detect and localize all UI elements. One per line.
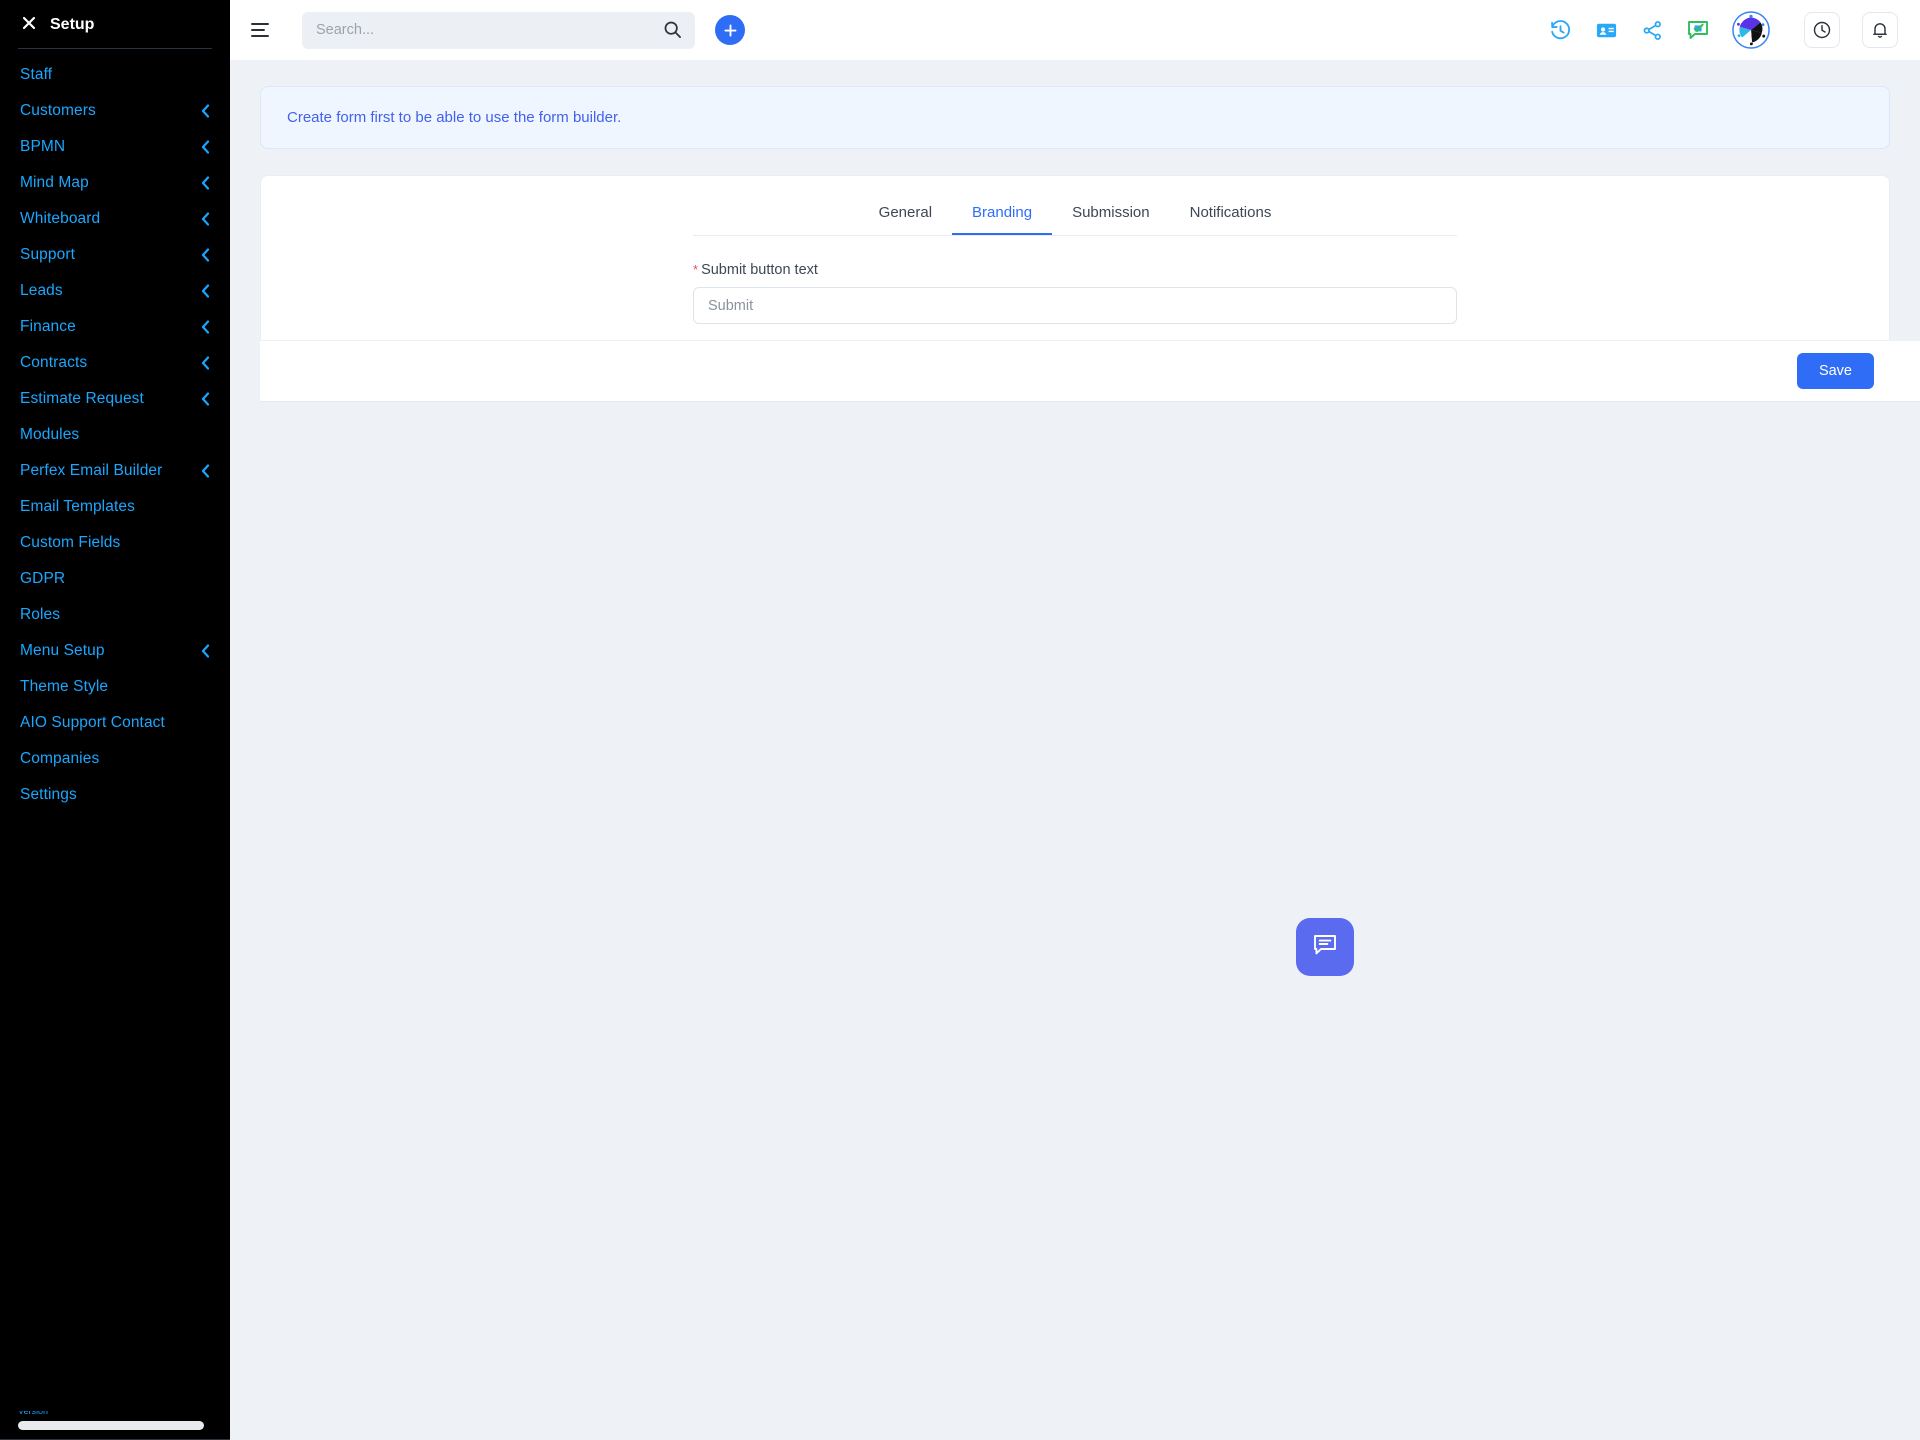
top-bar	[230, 0, 1920, 60]
bell-icon[interactable]	[1862, 12, 1898, 48]
sidebar-item-label: Perfex Email Builder	[20, 462, 163, 479]
required-asterisk: *	[693, 262, 699, 277]
sidebar-item-label: Customers	[20, 102, 96, 119]
sidebar-divider	[18, 48, 212, 49]
search-box[interactable]	[302, 11, 695, 49]
chat-bubble-icon	[1311, 931, 1339, 964]
sidebar-title: Setup	[50, 16, 95, 33]
sidebar-item-label: Whiteboard	[20, 210, 101, 227]
sidebar-item-companies[interactable]: Companies	[0, 741, 230, 777]
survey-chat-icon[interactable]	[1686, 18, 1710, 42]
sidebar-item-label: Finance	[20, 318, 76, 335]
sidebar-item-custom-fields[interactable]: Custom Fields	[0, 525, 230, 561]
chevron-left-icon[interactable]	[201, 284, 210, 298]
sidebar-footer: Version	[0, 1405, 230, 1440]
sidebar-item-perfex-email-builder[interactable]: Perfex Email Builder	[0, 453, 230, 489]
field-submit-button-text: * Submit button text	[693, 262, 1457, 324]
history-icon[interactable]	[1548, 18, 1572, 42]
sidebar-item-label: Leads	[20, 282, 63, 299]
sidebar-item-label: Roles	[20, 606, 61, 623]
sidebar-item-label: BPMN	[20, 138, 66, 155]
submit-button-text-input[interactable]	[693, 287, 1457, 324]
sidebar-item-settings[interactable]: Settings	[0, 777, 230, 813]
hamburger-icon[interactable]	[248, 18, 272, 42]
sidebar-item-support[interactable]: Support	[0, 237, 230, 273]
sidebar-item-whiteboard[interactable]: Whiteboard	[0, 201, 230, 237]
sidebar-item-theme-style[interactable]: Theme Style	[0, 669, 230, 705]
search-icon[interactable]	[663, 20, 683, 40]
sidebar-item-gdpr[interactable]: GDPR	[0, 561, 230, 597]
sidebar-item-modules[interactable]: Modules	[0, 417, 230, 453]
sidebar-item-estimate-request[interactable]: Estimate Request	[0, 381, 230, 417]
tab-bar: General Branding Submission Notifications	[693, 176, 1457, 236]
sidebar-item-bpmn[interactable]: BPMN	[0, 129, 230, 165]
chat-fab-button[interactable]	[1296, 918, 1354, 976]
sidebar-item-finance[interactable]: Finance	[0, 309, 230, 345]
sidebar-header: Setup	[0, 0, 230, 48]
sidebar-item-label: Mind Map	[20, 174, 89, 191]
sidebar-item-label: Support	[20, 246, 75, 263]
sidebar-item-label: Theme Style	[20, 678, 109, 695]
tab-branding[interactable]: Branding	[952, 194, 1053, 235]
sidebar-item-leads[interactable]: Leads	[0, 273, 230, 309]
chevron-left-icon[interactable]	[201, 212, 210, 226]
share-icon[interactable]	[1640, 18, 1664, 42]
sidebar-item-roles[interactable]: Roles	[0, 597, 230, 633]
form-footer-bar: Save	[260, 340, 1920, 402]
sidebar-item-customers[interactable]: Customers	[0, 93, 230, 129]
app-root: Setup Staff Customers BPMN Mind Map Whiteboa…	[0, 0, 1920, 1440]
sidebar-item-menu-setup[interactable]: Menu Setup	[0, 633, 230, 669]
clock-icon[interactable]	[1804, 12, 1840, 48]
chevron-left-icon[interactable]	[201, 140, 210, 154]
chevron-left-icon[interactable]	[201, 644, 210, 658]
scrollbar-thumb[interactable]	[18, 1421, 205, 1430]
chevron-left-icon[interactable]	[201, 104, 210, 118]
sidebar: Setup Staff Customers BPMN Mind Map Whiteboa…	[0, 0, 230, 1440]
info-alert: Create form first to be able to use the …	[260, 86, 1890, 149]
chevron-left-icon[interactable]	[201, 392, 210, 406]
sidebar-item-contracts[interactable]: Contracts	[0, 345, 230, 381]
chevron-left-icon[interactable]	[201, 176, 210, 190]
alert-message: Create form first to be able to use the …	[287, 109, 622, 126]
search-input[interactable]	[316, 22, 663, 38]
sidebar-item-label: GDPR	[20, 570, 66, 587]
contact-card-icon[interactable]	[1594, 18, 1618, 42]
sidebar-item-label: AIO Support Contact	[20, 714, 165, 731]
chevron-left-icon[interactable]	[201, 356, 210, 370]
sidebar-nav: Staff Customers BPMN Mind Map Whiteboard Supp…	[0, 57, 230, 813]
sidebar-item-label: Modules	[20, 426, 80, 443]
chevron-left-icon[interactable]	[201, 248, 210, 262]
close-icon[interactable]	[22, 16, 36, 34]
sidebar-item-label: Settings	[20, 786, 77, 803]
sidebar-item-label: Staff	[20, 66, 53, 83]
chevron-left-icon[interactable]	[201, 320, 210, 334]
sidebar-item-label: Contracts	[20, 354, 88, 371]
sidebar-item-label: Email Templates	[20, 498, 135, 515]
add-button[interactable]	[715, 15, 745, 45]
tab-submission[interactable]: Submission	[1052, 194, 1170, 235]
submit-button-text-label: * Submit button text	[693, 262, 818, 278]
chevron-left-icon[interactable]	[201, 464, 210, 478]
sidebar-horizontal-scrollbar[interactable]	[18, 1421, 212, 1430]
tab-notifications[interactable]: Notifications	[1170, 194, 1292, 235]
topbar-icon-group	[1548, 11, 1898, 49]
main-area: Create form first to be able to use the …	[230, 0, 1920, 1440]
sidebar-item-label: Estimate Request	[20, 390, 144, 407]
sidebar-truncated-text: Version	[18, 1406, 49, 1416]
sidebar-item-label: Companies	[20, 750, 100, 767]
sidebar-item-mind-map[interactable]: Mind Map	[0, 165, 230, 201]
save-button[interactable]: Save	[1796, 353, 1874, 389]
tab-general[interactable]: General	[859, 194, 952, 235]
sidebar-item-label: Menu Setup	[20, 642, 105, 659]
sidebar-item-aio-support-contact[interactable]: AIO Support Contact	[0, 705, 230, 741]
sidebar-item-label: Custom Fields	[20, 534, 121, 551]
sidebar-item-email-templates[interactable]: Email Templates	[0, 489, 230, 525]
sidebar-item-staff[interactable]: Staff	[0, 57, 230, 93]
user-avatar[interactable]	[1732, 11, 1770, 49]
